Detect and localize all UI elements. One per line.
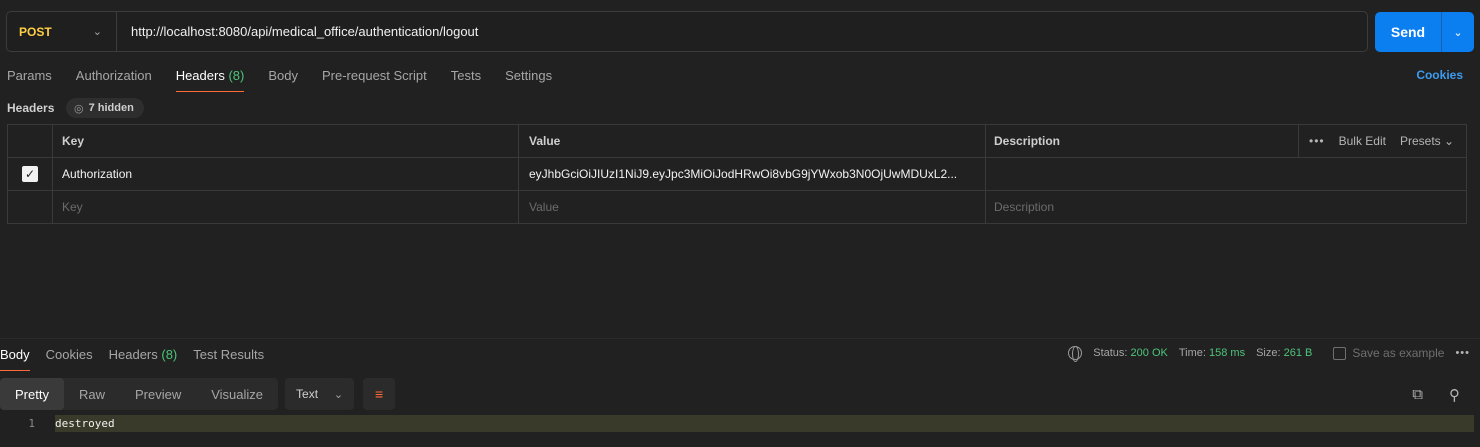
globe-icon[interactable] xyxy=(1068,346,1083,362)
view-raw[interactable]: Raw xyxy=(64,378,120,410)
header-key-cell[interactable]: Authorization xyxy=(53,158,519,190)
format-select[interactable]: Text ⌄ xyxy=(285,378,355,410)
new-value-input[interactable]: Value xyxy=(519,191,986,223)
tab-authorization[interactable]: Authorization xyxy=(76,68,152,92)
headers-section-label: Headers xyxy=(7,101,55,115)
tab-label: Tests xyxy=(450,68,482,83)
column-header-description: Description xyxy=(994,134,1061,148)
response-tab-headers[interactable]: Headers (8) xyxy=(109,347,178,371)
line-number: 1 xyxy=(28,417,35,430)
tab-label: Test Results xyxy=(193,347,265,362)
method-select[interactable]: POST ⌄ xyxy=(7,12,117,51)
code-text[interactable]: destroyed xyxy=(55,415,1474,432)
response-headers-count: (8) xyxy=(161,347,178,362)
chevron-down-icon: ⌄ xyxy=(92,26,102,38)
format-label: Text xyxy=(296,387,319,401)
response-tabs: Body Cookies Headers (8) Test Results xyxy=(0,347,280,371)
row-checkbox-cell: ✓ xyxy=(8,158,53,190)
table-header-row: Key Value Description ••• Bulk Edit Pres… xyxy=(8,125,1466,158)
presets-dropdown[interactable]: Presets ⌄ xyxy=(1400,134,1454,148)
tab-label: Headers xyxy=(175,68,225,83)
row-checkbox[interactable]: ✓ xyxy=(22,166,38,182)
response-tab-cookies[interactable]: Cookies xyxy=(46,347,93,371)
table-row: ✓ Authorization eyJhbGciOiJIUzI1NiJ9.eyJ… xyxy=(8,158,1466,191)
bulk-edit-button[interactable]: Bulk Edit xyxy=(1339,134,1386,148)
eye-icon: ◎ xyxy=(74,102,84,115)
response-tools: ⧉ ⚲ xyxy=(1412,386,1460,404)
tab-label: Headers xyxy=(108,347,158,362)
save-example-label: Save as example xyxy=(1352,346,1445,360)
time-info[interactable]: Time: 158 ms xyxy=(1179,347,1245,359)
chevron-down-icon: ⌄ xyxy=(333,388,344,401)
response-view-bar: Pretty Raw Preview Visualize Text ⌄ ≡ xyxy=(0,378,396,410)
row-checkbox-cell xyxy=(8,191,53,223)
new-description-input[interactable]: Description xyxy=(986,191,1298,223)
send-button-group: Send ⌄ xyxy=(1375,12,1474,52)
status-label: Status: xyxy=(1093,347,1128,359)
search-icon[interactable]: ⚲ xyxy=(1449,386,1460,404)
save-as-example-button[interactable]: Save as example xyxy=(1333,346,1444,360)
column-header-value: Value xyxy=(519,125,986,157)
tab-label: Body xyxy=(268,68,298,83)
chevron-down-icon: ⌄ xyxy=(1444,134,1455,148)
tab-label: Settings xyxy=(505,68,553,83)
tab-label: Pre-request Script xyxy=(321,68,427,83)
view-preview[interactable]: Preview xyxy=(120,378,196,410)
response-tab-test-results[interactable]: Test Results xyxy=(193,347,264,371)
tab-params[interactable]: Params xyxy=(7,68,52,92)
tab-label: Params xyxy=(7,68,52,83)
time-label: Time: xyxy=(1178,347,1206,359)
view-mode-segment: Pretty Raw Preview Visualize xyxy=(0,378,279,410)
hidden-badge-label: 7 hidden xyxy=(88,102,134,114)
size-label: Size: xyxy=(1256,347,1281,359)
tab-body[interactable]: Body xyxy=(268,68,298,92)
copy-icon[interactable]: ⧉ xyxy=(1412,386,1423,404)
tab-label: Body xyxy=(0,347,30,362)
response-divider[interactable] xyxy=(0,338,1480,339)
response-tab-body[interactable]: Body xyxy=(0,347,30,371)
column-header-key: Key xyxy=(53,125,519,157)
wrap-lines-icon[interactable]: ≡ xyxy=(363,378,396,410)
response-meta: Status: 200 OK Time: 158 ms Size: 261 B … xyxy=(1068,346,1470,362)
more-options-icon[interactable]: ••• xyxy=(1455,347,1470,359)
request-bar: POST ⌄ http://localhost:8080/api/medical… xyxy=(6,11,1368,52)
time-value: 158 ms xyxy=(1209,347,1246,359)
size-info[interactable]: Size: 261 B xyxy=(1256,347,1312,359)
view-visualize[interactable]: Visualize xyxy=(196,378,278,410)
url-input[interactable]: http://localhost:8080/api/medical_office… xyxy=(117,24,478,39)
cookies-link[interactable]: Cookies xyxy=(1416,68,1463,82)
header-value-cell[interactable]: eyJhbGciOiJIUzI1NiJ9.eyJpc3MiOiJodHRwOi8… xyxy=(519,158,986,190)
response-body-line: 1 destroyed xyxy=(0,415,1480,432)
headers-table: Key Value Description ••• Bulk Edit Pres… xyxy=(7,124,1467,224)
tab-tests[interactable]: Tests xyxy=(451,68,481,92)
status-info[interactable]: Status: 200 OK xyxy=(1093,347,1168,359)
send-options-chevron-icon[interactable]: ⌄ xyxy=(1442,26,1474,39)
tab-headers[interactable]: Headers (8) xyxy=(175,68,245,92)
table-row-new: Key Value Description xyxy=(8,191,1466,223)
header-description-cell[interactable] xyxy=(986,158,1298,190)
header-cell xyxy=(8,125,53,157)
view-pretty[interactable]: Pretty xyxy=(0,378,64,410)
headers-count: (8) xyxy=(228,68,245,83)
tab-label: Authorization xyxy=(75,68,152,83)
method-label: POST xyxy=(19,24,52,39)
tab-pre-request-script[interactable]: Pre-request Script xyxy=(322,68,427,92)
request-tabs: Params Authorization Headers (8) Body Pr… xyxy=(7,68,576,92)
more-options-icon[interactable]: ••• xyxy=(1309,134,1325,148)
hidden-headers-toggle[interactable]: ◎ 7 hidden xyxy=(66,98,144,118)
new-key-input[interactable]: Key xyxy=(53,191,519,223)
status-value: 200 OK xyxy=(1130,347,1168,359)
tab-settings[interactable]: Settings xyxy=(505,68,552,92)
send-button[interactable]: Send xyxy=(1375,24,1441,40)
tab-label: Cookies xyxy=(45,347,93,362)
size-value: 261 B xyxy=(1283,347,1313,359)
presets-label: Presets xyxy=(1399,134,1441,148)
table-actions: ••• Bulk Edit Presets ⌄ xyxy=(1298,125,1466,157)
save-icon xyxy=(1333,346,1347,360)
